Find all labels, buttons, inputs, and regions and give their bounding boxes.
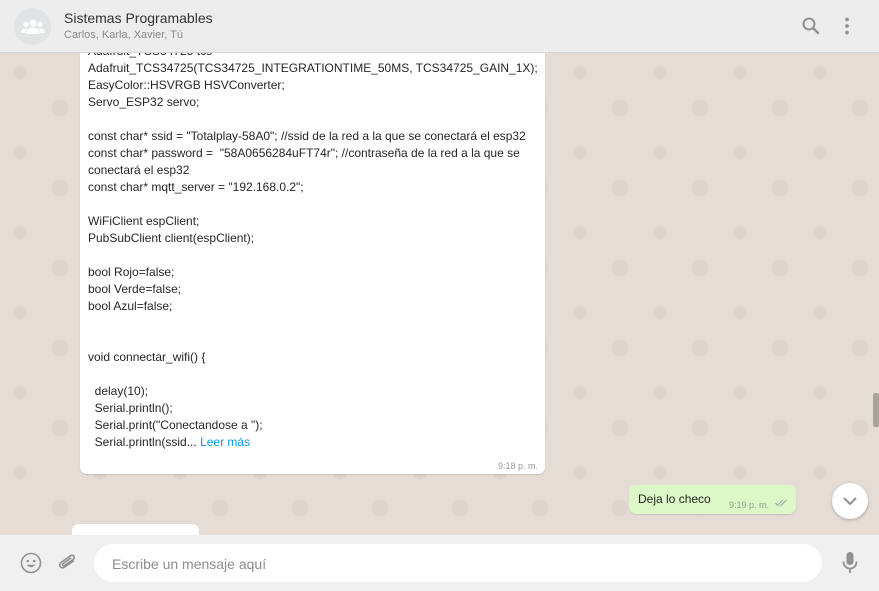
code-line: const char* mqtt_server = "192.168.0.2"; bbox=[88, 179, 538, 196]
code-line: Serial.println(ssid... Leer más bbox=[88, 434, 538, 451]
emoji-icon[interactable] bbox=[20, 552, 42, 574]
message-input[interactable] bbox=[94, 544, 822, 582]
code-line-text: Serial.println(); bbox=[88, 401, 173, 415]
chevron-down-icon bbox=[843, 497, 857, 506]
chat-members: Carlos, Karla, Xavier, Tú bbox=[64, 29, 184, 41]
code-line-text: WiFiClient espClient; bbox=[88, 214, 200, 228]
code-line: bool Verde=false; bbox=[88, 281, 538, 298]
code-line-text: bool Rojo=false; bbox=[88, 265, 175, 279]
code-line: void connectar_wifi() { bbox=[88, 349, 538, 366]
scrollbar-thumb[interactable] bbox=[873, 393, 879, 427]
code-line: const char* password = "58A0656284uFT74r… bbox=[88, 145, 538, 179]
more-vert-icon[interactable] bbox=[837, 16, 857, 36]
code-line-text: Serial.println(ssid... bbox=[88, 435, 197, 449]
read-more-link[interactable]: Leer más bbox=[200, 435, 250, 449]
code-line: WiFiClient espClient; bbox=[88, 213, 538, 230]
message-area: Adafruit_TCS34725 tcs = Adafruit_TCS34725… bbox=[0, 53, 879, 535]
code-line-text: const char* ssid = "Totalplay-58A0"; //s… bbox=[88, 129, 526, 143]
message-text: Adafruit_TCS34725 tcs = Adafruit_TCS34725… bbox=[88, 53, 538, 451]
chat-header: Sistemas Programables Carlos, Karla, Xav… bbox=[0, 0, 879, 53]
code-line-text: const char* password = "58A0656284uFT74r… bbox=[88, 146, 524, 177]
code-line-text: Serial.print("Conectandose a "); bbox=[88, 418, 263, 432]
double-check-icon bbox=[775, 499, 787, 507]
code-line-text: bool Verde=false; bbox=[88, 282, 182, 296]
scroll-down-button[interactable] bbox=[832, 483, 868, 519]
code-line-text: delay(10); bbox=[88, 384, 149, 398]
code-line-text: void connectar_wifi() { bbox=[88, 350, 206, 364]
outgoing-message: Deja lo checo 9:19 p. m. bbox=[629, 485, 796, 514]
code-line: EasyColor::HSVRGB HSVConverter; bbox=[88, 77, 538, 94]
code-line-text: bool Azul=false; bbox=[88, 299, 173, 313]
incoming-message: Adafruit_TCS34725 tcs = Adafruit_TCS34725… bbox=[80, 53, 545, 474]
microphone-icon[interactable] bbox=[841, 551, 859, 575]
code-line: bool Azul=false; bbox=[88, 298, 538, 315]
group-avatar[interactable] bbox=[14, 8, 51, 45]
code-line: delay(10); bbox=[88, 383, 538, 400]
code-line-text: PubSubClient client(espClient); bbox=[88, 231, 255, 245]
code-line: Adafruit_TCS34725 tcs = bbox=[88, 53, 538, 60]
code-line-text: Adafruit_TCS34725 tcs = bbox=[88, 53, 222, 58]
group-icon bbox=[21, 19, 45, 34]
composer-bar bbox=[0, 535, 879, 591]
code-line: Servo_ESP32 servo; bbox=[88, 94, 538, 111]
message-text: Deja lo checo bbox=[638, 492, 711, 506]
search-icon[interactable] bbox=[801, 16, 821, 36]
code-line: Serial.print("Conectandose a "); bbox=[88, 417, 538, 434]
chat-title[interactable]: Sistemas Programables bbox=[64, 10, 213, 26]
code-line-text: Servo_ESP32 servo; bbox=[88, 95, 200, 109]
code-line: PubSubClient client(espClient); bbox=[88, 230, 538, 247]
code-line: Adafruit_TCS34725(TCS34725_INTEGRATIONTI… bbox=[88, 60, 538, 77]
paperclip-icon[interactable] bbox=[57, 552, 79, 574]
code-line-text: const char* mqtt_server = "192.168.0.2"; bbox=[88, 180, 304, 194]
incoming-message bbox=[72, 524, 199, 535]
message-time: 9:18 p. m. bbox=[497, 461, 538, 471]
code-line: bool Rojo=false; bbox=[88, 264, 538, 281]
code-line-text: Adafruit_TCS34725(TCS34725_INTEGRATIONTI… bbox=[88, 61, 538, 75]
code-line-text: EasyColor::HSVRGB HSVConverter; bbox=[88, 78, 285, 92]
message-field[interactable] bbox=[110, 555, 814, 573]
code-line: Serial.println(); bbox=[88, 400, 538, 417]
message-time: 9:19 p. m. bbox=[729, 500, 770, 510]
code-line: const char* ssid = "Totalplay-58A0"; //s… bbox=[88, 128, 538, 145]
